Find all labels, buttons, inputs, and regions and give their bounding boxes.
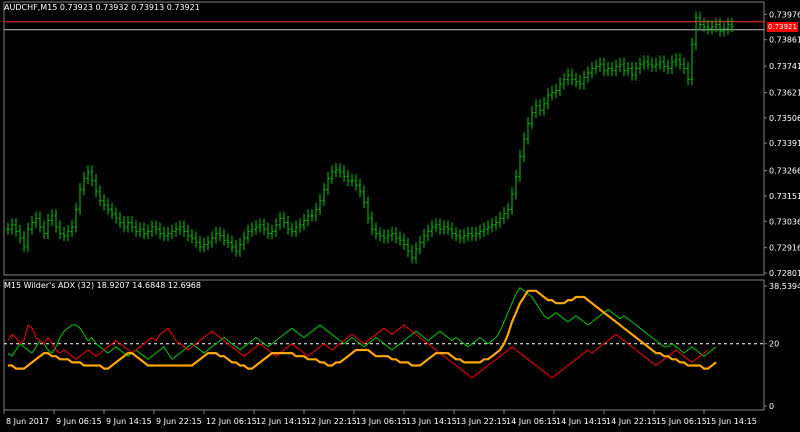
price-y-tick-label: 0.72916 <box>769 244 800 253</box>
price-y-tick-label: 0.73976 <box>769 10 800 19</box>
x-tick-label: 8 Jun 2017 <box>6 417 49 426</box>
price-y-tick-label: 0.73391 <box>769 139 800 148</box>
price-y-tick-label: 0.73861 <box>769 36 800 45</box>
x-tick-label: 9 Jun 06:15 <box>56 417 102 426</box>
x-tick-label: 15 Jun 14:15 <box>706 417 757 426</box>
price-y-tick-label: 0.73741 <box>769 62 800 71</box>
price-y-tick-label: 0.73506 <box>769 114 800 123</box>
minus-di-line <box>7 324 709 379</box>
x-tick-label: 9 Jun 22:15 <box>156 417 202 426</box>
x-tick-label: 12 Jun 14:15 <box>256 417 307 426</box>
x-tick-label: 15 Jun 06:15 <box>656 417 707 426</box>
current-price-tag: 0.73921 <box>767 21 798 32</box>
chart-window[interactable]: 0.73976 0.73861 0.73741 0.73621 0.73506 0.733… <box>0 0 800 432</box>
x-tick-label: 13 Jun 22:15 <box>456 417 507 426</box>
indicator-y-tick-label: 0 <box>769 402 774 411</box>
x-tick-label: 14 Jun 14:15 <box>556 417 607 426</box>
plus-di-line <box>7 286 717 361</box>
price-y-tick-label: 0.73621 <box>769 89 800 98</box>
price-chart[interactable]: 0.73976 0.73861 0.73741 0.73621 0.73506 0.733… <box>0 0 800 432</box>
indicator-y-tick-label: 20 <box>769 340 779 349</box>
x-tick-label: 14 Jun 22:15 <box>606 417 657 426</box>
price-y-tick-label: 0.72801 <box>769 269 800 278</box>
price-y-tick-label: 0.73036 <box>769 217 800 226</box>
indicator-y-tick-label: 38.5394 <box>769 282 800 291</box>
x-tick-label: 14 Jun 06:15 <box>506 417 557 426</box>
price-title: AUDCHF,M15 0.73923 0.73932 0.73913 0.739… <box>4 3 200 12</box>
indicator-title: M15 Wilder's ADX (32) 18.9207 14.6848 12… <box>4 281 201 290</box>
price-y-tick-label: 0.73151 <box>769 192 800 201</box>
indicator-panel-frame <box>3 279 765 411</box>
x-tick-label: 12 Jun 06:15 <box>206 417 257 426</box>
adx-line <box>8 289 717 370</box>
x-tick-label: 12 Jun 22:15 <box>306 417 357 426</box>
x-tick-label: 13 Jun 06:15 <box>356 417 407 426</box>
price-y-tick-label: 0.73266 <box>769 167 800 176</box>
x-tick-label: 13 Jun 14:15 <box>406 417 457 426</box>
x-tick-label: 9 Jun 14:15 <box>106 417 152 426</box>
